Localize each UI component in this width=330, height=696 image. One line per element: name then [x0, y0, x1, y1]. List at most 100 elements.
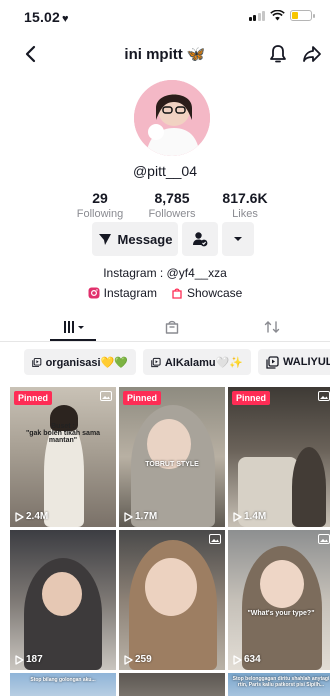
pinned-badge: Pinned: [232, 391, 271, 405]
caret-down-icon: [234, 237, 242, 241]
profile-actions: Message: [0, 222, 330, 258]
photo-icon: [209, 534, 221, 544]
play-icon: [124, 654, 133, 665]
stat-likes-value: 817.6K: [222, 190, 268, 206]
tab-videos[interactable]: [54, 316, 94, 338]
butterfly-icon: 🦋: [186, 46, 206, 63]
playlist-chip[interactable]: WALIYULL: [258, 349, 330, 375]
pinned-badge: Pinned: [123, 391, 162, 405]
view-count-text: 187: [26, 654, 43, 665]
video-thumbnail[interactable]: Buset : "gak boleh tikah sama mantan" Pi…: [10, 387, 116, 527]
profile-bio: Instagram : @yf4__xza: [103, 266, 227, 280]
playlist-label: WALIYULL: [283, 356, 330, 368]
friend-status-button[interactable]: [182, 222, 218, 256]
battery-icon: [290, 10, 315, 21]
pinned-badge: Pinned: [14, 391, 53, 405]
profile-header: ini mpitt 🦋: [0, 34, 330, 74]
video-figure-person: [292, 447, 326, 527]
stat-likes: 817.6K Likes: [200, 190, 290, 220]
signal-icon: [248, 10, 265, 21]
view-count-text: 2.4M: [26, 511, 49, 522]
photo-icon: [318, 391, 330, 401]
view-count-text: 259: [135, 654, 152, 665]
view-count: 1.7M: [124, 511, 157, 522]
instagram-link-label: Instagram: [103, 286, 157, 300]
video-thumbnail[interactable]: TOBRUT STYLE Pinned 1.7M: [119, 387, 225, 527]
view-count: 187: [15, 654, 43, 665]
view-count: 259: [124, 654, 152, 665]
more-options-button[interactable]: [222, 222, 254, 256]
playlist-row: organisasi💛💚 AlKalamu🤍✨ WALIYULL: [0, 347, 330, 377]
video-figure-face: [42, 572, 82, 616]
play-icon: [15, 654, 24, 665]
instagram-link[interactable]: Instagram: [88, 286, 157, 300]
status-icons: [248, 10, 315, 21]
view-count-text: 1.7M: [135, 511, 158, 522]
shop-bag-icon: [172, 288, 182, 299]
showcase-link[interactable]: Showcase: [171, 286, 242, 300]
playlist-icon: [151, 357, 161, 367]
video-thumbnail[interactable]: [119, 673, 225, 696]
view-count-text: 1.4M: [244, 511, 267, 522]
photo-icon: [100, 391, 112, 401]
view-count: 2.4M: [15, 511, 48, 522]
playlist-chip[interactable]: AlKalamu🤍✨: [143, 349, 251, 375]
playlist-label: organisasi💛💚: [45, 356, 128, 369]
video-thumbnail[interactable]: 187: [10, 530, 116, 670]
page-title-text: ini mpitt: [124, 46, 183, 63]
view-count-text: 634: [244, 654, 261, 665]
video-caption: Stop bilang golongan aku...: [30, 677, 96, 683]
profile-stats: 29 Following 8,785 Followers 817.6K Like…: [0, 190, 330, 224]
user-check-icon: [193, 232, 208, 247]
video-thumbnail[interactable]: "What's your type?" 634: [228, 530, 330, 670]
message-button-label: Message: [117, 231, 173, 247]
message-button[interactable]: Message: [92, 222, 178, 256]
status-bar: 15.02 ♥: [0, 0, 330, 34]
playlist-icon: [266, 355, 279, 369]
content-tabs: [0, 308, 330, 342]
play-icon: [124, 511, 133, 522]
shop-bag-icon: [165, 320, 179, 334]
username: @pitt__04: [132, 163, 198, 179]
video-caption: TOBRUT STYLE: [145, 461, 199, 468]
tab-shop[interactable]: [152, 316, 192, 338]
playlist-chip[interactable]: organisasi💛💚: [24, 349, 136, 375]
playlist-icon: [32, 357, 42, 367]
play-icon: [15, 511, 24, 522]
photo-icon: [318, 534, 330, 544]
video-caption: "What's your type?": [247, 610, 315, 617]
notifications-button[interactable]: [264, 40, 292, 68]
heart-icon: ♥: [62, 13, 69, 25]
playlist-label: AlKalamu🤍✨: [164, 356, 243, 369]
share-button[interactable]: [298, 40, 326, 68]
video-caption: Buset : "gak boleh tikah sama mantan": [25, 423, 101, 444]
instagram-icon: [88, 287, 100, 299]
wifi-icon: [270, 10, 285, 21]
avatar[interactable]: [134, 80, 210, 156]
showcase-link-label: Showcase: [186, 286, 243, 300]
status-time-text: 15.02: [24, 9, 61, 25]
grid-icon: [64, 321, 84, 333]
send-icon: [98, 233, 111, 245]
video-figure-face: [260, 560, 304, 608]
view-count: 1.4M: [233, 511, 266, 522]
video-thumbnail[interactable]: Stop bilang golongan aku...: [10, 673, 116, 696]
video-figure-face: [145, 558, 197, 616]
video-thumbnail[interactable]: 259: [119, 530, 225, 670]
play-icon: [233, 654, 242, 665]
video-thumbnail[interactable]: Pinned 1.4M: [228, 387, 330, 527]
video-thumbnail[interactable]: Stop belonggagan diritu shahlah anytagi …: [228, 673, 330, 696]
view-count: 634: [233, 654, 261, 665]
play-icon: [233, 511, 242, 522]
bell-icon: [270, 45, 286, 63]
status-time: 15.02 ♥: [24, 9, 69, 25]
share-arrow-icon: [303, 46, 321, 62]
avatar-photo: [134, 80, 210, 156]
active-tab-indicator: [50, 339, 96, 341]
stat-likes-label: Likes: [232, 208, 258, 220]
repost-icon: [264, 321, 280, 333]
video-caption: Stop belonggagan diritu shahlah anytagi …: [232, 676, 330, 688]
tab-repost[interactable]: [252, 316, 292, 338]
battery-fill: [292, 12, 299, 19]
profile-links: Instagram Showcase: [0, 286, 330, 300]
